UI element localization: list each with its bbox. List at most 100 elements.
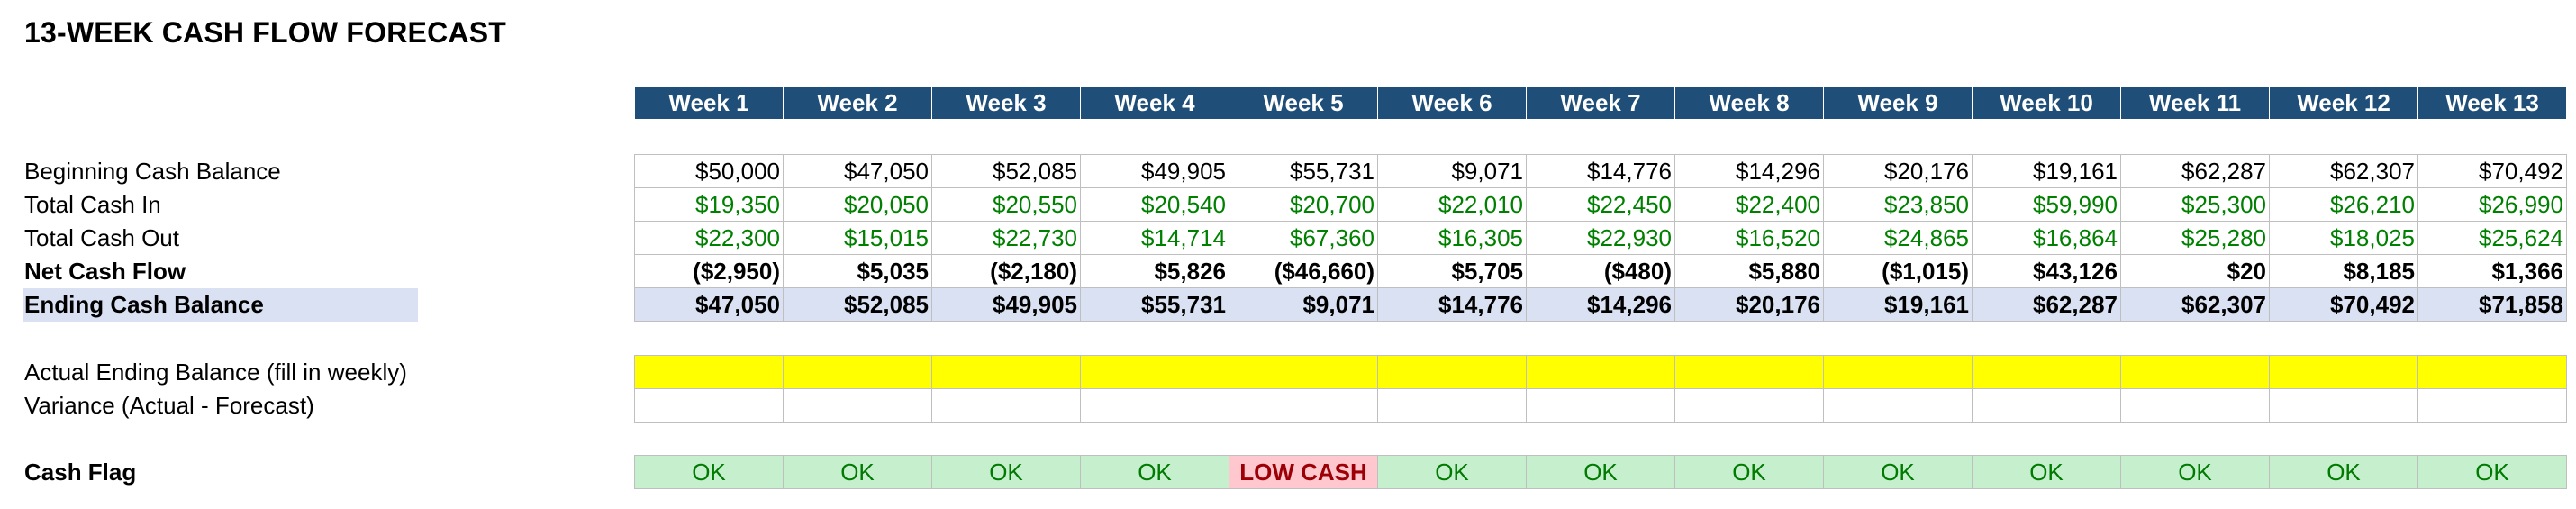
- week-header-5: Week 5: [1229, 86, 1378, 120]
- variance-cell-week-11: [2120, 388, 2270, 423]
- variance-cell-week-5: [1229, 388, 1378, 423]
- beginning-cell-week-12: $62,307: [2269, 154, 2418, 188]
- beginning-cell-week-9: $20,176: [1823, 154, 1973, 188]
- cash-in-cell-week-9: $23,850: [1823, 187, 1973, 222]
- flag-cell-week-6: OK: [1377, 455, 1527, 489]
- label-variance: Variance (Actual - Forecast): [24, 392, 314, 419]
- ending-cell-week-13: $71,858: [2417, 287, 2567, 322]
- variance-cell-week-4: [1080, 388, 1229, 423]
- actual-cell-week-3[interactable]: [931, 355, 1081, 389]
- ending-cell-week-6: $14,776: [1377, 287, 1527, 322]
- flag-cell-week-8: OK: [1674, 455, 1824, 489]
- cash-in-cell-week-4: $20,540: [1080, 187, 1229, 222]
- actual-cell-week-2[interactable]: [783, 355, 932, 389]
- actual-cell-week-9[interactable]: [1823, 355, 1973, 389]
- flag-cell-week-9: OK: [1823, 455, 1973, 489]
- ending-cell-week-1: $47,050: [634, 287, 784, 322]
- week-header-7: Week 7: [1526, 86, 1675, 120]
- actual-cell-week-8[interactable]: [1674, 355, 1824, 389]
- actual-cell-week-12[interactable]: [2269, 355, 2418, 389]
- label-actual-ending: Actual Ending Balance (fill in weekly): [24, 359, 407, 386]
- ending-cell-week-8: $20,176: [1674, 287, 1824, 322]
- beginning-cell-week-6: $9,071: [1377, 154, 1527, 188]
- actual-cell-week-1[interactable]: [634, 355, 784, 389]
- beginning-cell-week-13: $70,492: [2417, 154, 2567, 188]
- cash-out-cell-week-5: $67,360: [1229, 221, 1378, 255]
- actual-cell-week-5[interactable]: [1229, 355, 1378, 389]
- cash-in-cell-week-7: $22,450: [1526, 187, 1675, 222]
- variance-cell-week-9: [1823, 388, 1973, 423]
- actual-cell-week-4[interactable]: [1080, 355, 1229, 389]
- actual-cell-week-13[interactable]: [2417, 355, 2567, 389]
- flag-cell-week-2: OK: [783, 455, 932, 489]
- flag-cell-week-5: LOW CASH: [1229, 455, 1378, 489]
- week-header-9: Week 9: [1823, 86, 1973, 120]
- cash-out-cell-week-10: $16,864: [1972, 221, 2121, 255]
- cash-out-cell-week-7: $22,930: [1526, 221, 1675, 255]
- net-cell-week-5: ($46,660): [1229, 254, 1378, 288]
- variance-cell-week-8: [1674, 388, 1824, 423]
- cash-out-cell-week-13: $25,624: [2417, 221, 2567, 255]
- variance-cell-week-2: [783, 388, 932, 423]
- sheet-title: 13-WEEK CASH FLOW FORECAST: [24, 16, 506, 49]
- week-header-13: Week 13: [2417, 86, 2567, 120]
- actual-cell-week-10[interactable]: [1972, 355, 2121, 389]
- beginning-cell-week-8: $14,296: [1674, 154, 1824, 188]
- net-cell-week-13: $1,366: [2417, 254, 2567, 288]
- variance-cell-week-10: [1972, 388, 2121, 423]
- cash-out-cell-week-11: $25,280: [2120, 221, 2270, 255]
- ending-cell-week-11: $62,307: [2120, 287, 2270, 322]
- forecast-table: $50,000 $47,050 $52,085 $49,905 $55,731 $9,07…: [634, 154, 2567, 322]
- flag-cell-week-12: OK: [2269, 455, 2418, 489]
- net-cell-week-8: $5,880: [1674, 254, 1824, 288]
- net-cell-week-2: $5,035: [783, 254, 932, 288]
- ending-cell-week-9: $19,161: [1823, 287, 1973, 322]
- actual-cell-week-11[interactable]: [2120, 355, 2270, 389]
- actual-cell-week-6[interactable]: [1377, 355, 1527, 389]
- variance-cell-week-6: [1377, 388, 1527, 423]
- ending-cell-week-12: $70,492: [2269, 287, 2418, 322]
- cash-out-cell-week-4: $14,714: [1080, 221, 1229, 255]
- cash-out-cell-week-2: $15,015: [783, 221, 932, 255]
- variance-cell-week-1: [634, 388, 784, 423]
- flag-cell-week-4: OK: [1080, 455, 1229, 489]
- cash-in-cell-week-2: $20,050: [783, 187, 932, 222]
- week-header-11: Week 11: [2120, 86, 2270, 120]
- week-header-12: Week 12: [2269, 86, 2418, 120]
- week-header-6: Week 6: [1377, 86, 1527, 120]
- ending-cell-week-7: $14,296: [1526, 287, 1675, 322]
- cash-out-cell-week-6: $16,305: [1377, 221, 1527, 255]
- label-total-cash-in: Total Cash In: [24, 191, 161, 218]
- cash-out-cell-week-9: $24,865: [1823, 221, 1973, 255]
- cash-out-cell-week-3: $22,730: [931, 221, 1081, 255]
- net-cell-week-10: $43,126: [1972, 254, 2121, 288]
- ending-cell-week-4: $55,731: [1080, 287, 1229, 322]
- actual-balance-row: [634, 355, 2567, 389]
- cash-in-cell-week-6: $22,010: [1377, 187, 1527, 222]
- variance-cell-week-13: [2417, 388, 2567, 423]
- flag-cell-week-7: OK: [1526, 455, 1675, 489]
- beginning-cell-week-3: $52,085: [931, 154, 1081, 188]
- cash-in-cell-week-11: $25,300: [2120, 187, 2270, 222]
- ending-cell-week-5: $9,071: [1229, 287, 1378, 322]
- label-ending-balance: Ending Cash Balance: [23, 288, 418, 322]
- flag-cell-week-10: OK: [1972, 455, 2121, 489]
- label-beginning-balance: Beginning Cash Balance: [24, 158, 281, 185]
- cash-flag-row: OK OK OK OK LOW CASH OK OK OK OK OK OK OK OK: [634, 455, 2567, 489]
- beginning-cell-week-4: $49,905: [1080, 154, 1229, 188]
- beginning-cell-week-1: $50,000: [634, 154, 784, 188]
- cash-out-cell-week-1: $22,300: [634, 221, 784, 255]
- beginning-cell-week-2: $47,050: [783, 154, 932, 188]
- net-cell-week-6: $5,705: [1377, 254, 1527, 288]
- cash-in-cell-week-1: $19,350: [634, 187, 784, 222]
- actual-cell-week-7[interactable]: [1526, 355, 1675, 389]
- cash-in-cell-week-13: $26,990: [2417, 187, 2567, 222]
- flag-cell-week-3: OK: [931, 455, 1081, 489]
- week-header-3: Week 3: [931, 86, 1081, 120]
- net-cell-week-4: $5,826: [1080, 254, 1229, 288]
- cash-out-cell-week-12: $18,025: [2269, 221, 2418, 255]
- cash-out-cell-week-8: $16,520: [1674, 221, 1824, 255]
- cash-in-cell-week-3: $20,550: [931, 187, 1081, 222]
- label-total-cash-out: Total Cash Out: [24, 224, 179, 251]
- week-header-2: Week 2: [783, 86, 932, 120]
